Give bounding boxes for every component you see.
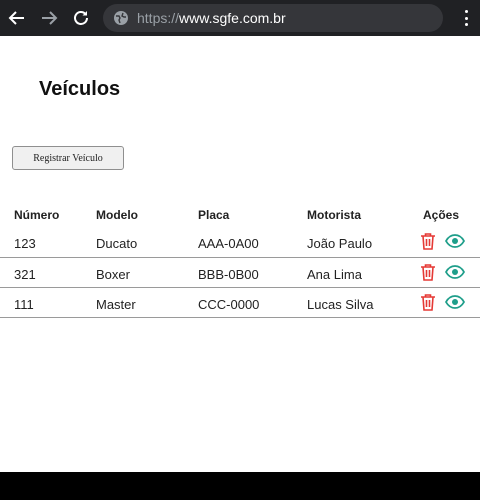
table-row: 111 Master CCC-0000 Lucas Silva bbox=[0, 288, 480, 318]
table-row: 321 Boxer BBB-0B00 Ana Lima bbox=[0, 258, 480, 288]
back-button[interactable] bbox=[5, 6, 29, 30]
bottom-black-bar bbox=[0, 472, 480, 500]
cell-modelo: Ducato bbox=[96, 236, 138, 251]
table-row: 123 Ducato AAA-0A00 João Paulo bbox=[0, 226, 480, 258]
row-actions bbox=[420, 232, 465, 250]
column-header-motorista: Motorista bbox=[307, 208, 361, 222]
trash-icon bbox=[421, 264, 435, 281]
cell-placa: AAA-0A00 bbox=[198, 236, 259, 251]
delete-button[interactable] bbox=[420, 293, 436, 311]
eye-icon bbox=[445, 295, 465, 309]
trash-icon bbox=[421, 294, 435, 311]
forward-button[interactable] bbox=[37, 6, 61, 30]
kebab-dot-icon bbox=[464, 16, 468, 20]
trash-icon bbox=[421, 233, 435, 250]
column-header-modelo: Modelo bbox=[96, 208, 138, 222]
arrow-right-icon bbox=[42, 11, 58, 25]
cell-motorista: Ana Lima bbox=[307, 267, 362, 282]
view-button[interactable] bbox=[445, 234, 465, 248]
page-content: Veículos Registrar Veículo Número Modelo… bbox=[0, 36, 480, 472]
table-header-row: Número Modelo Placa Motorista Ações bbox=[0, 202, 480, 226]
cell-placa: BBB-0B00 bbox=[198, 267, 259, 282]
reload-button[interactable] bbox=[69, 6, 93, 30]
globe-icon bbox=[113, 10, 129, 26]
page-title: Veículos bbox=[39, 78, 121, 100]
kebab-dot-icon bbox=[464, 10, 468, 13]
cell-numero: 321 bbox=[14, 267, 36, 282]
cell-motorista: João Paulo bbox=[307, 236, 373, 251]
column-header-acoes: Ações bbox=[423, 208, 460, 222]
delete-button[interactable] bbox=[420, 232, 436, 250]
register-vehicle-button[interactable]: Registrar Veículo bbox=[12, 146, 124, 170]
view-button[interactable] bbox=[445, 295, 465, 309]
column-header-placa: Placa bbox=[198, 208, 230, 222]
cell-motorista: Lucas Silva bbox=[307, 297, 374, 312]
row-actions bbox=[420, 293, 465, 311]
vehicles-table: Número Modelo Placa Motorista Ações 123 … bbox=[0, 202, 480, 318]
eye-icon bbox=[445, 265, 465, 279]
view-button[interactable] bbox=[445, 265, 465, 279]
browser-menu-button[interactable] bbox=[458, 8, 474, 28]
kebab-dot-icon bbox=[464, 23, 468, 26]
url-scheme: https:// bbox=[137, 10, 180, 26]
cell-numero: 111 bbox=[14, 297, 34, 312]
url-host: www.sgfe.com.br bbox=[179, 10, 286, 26]
row-actions bbox=[420, 263, 465, 281]
url-text: https://www.sgfe.com.br bbox=[137, 10, 286, 26]
cell-numero: 123 bbox=[14, 236, 36, 251]
browser-toolbar: https://www.sgfe.com.br bbox=[0, 0, 480, 36]
cell-modelo: Master bbox=[96, 297, 136, 312]
cell-placa: CCC-0000 bbox=[198, 297, 260, 312]
delete-button[interactable] bbox=[420, 263, 436, 281]
cell-modelo: Boxer bbox=[96, 267, 130, 282]
eye-icon bbox=[445, 234, 465, 248]
arrow-left-icon bbox=[8, 11, 24, 25]
address-bar[interactable]: https://www.sgfe.com.br bbox=[103, 4, 443, 32]
reload-icon bbox=[74, 11, 88, 25]
column-header-numero: Número bbox=[14, 208, 60, 222]
